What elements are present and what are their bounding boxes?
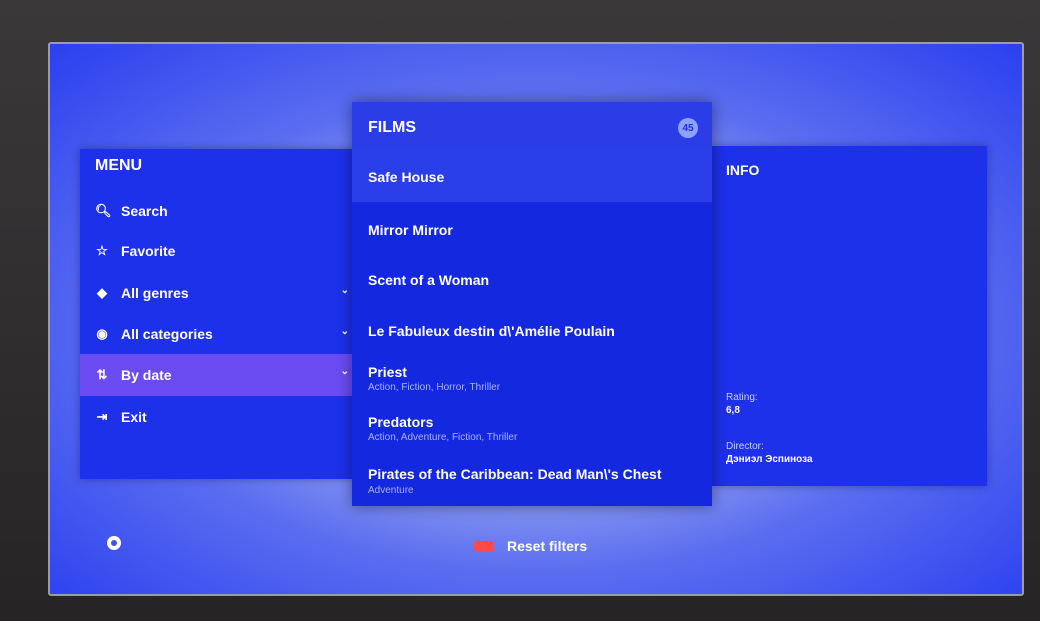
star-icon: ☆ bbox=[96, 243, 108, 258]
rating-value: 6,8 bbox=[726, 405, 740, 416]
film-title: Priest bbox=[368, 364, 407, 380]
director-value: Дэниэл Эспиноза bbox=[726, 454, 813, 465]
menu-item-favorite[interactable]: ☆ Favorite bbox=[80, 231, 358, 271]
menu-item-exit[interactable]: ⇥ Exit bbox=[80, 397, 358, 437]
film-item[interactable]: Safe House bbox=[352, 150, 712, 202]
film-title: Predators bbox=[368, 414, 434, 430]
film-title: Mirror Mirror bbox=[368, 222, 453, 238]
director-label: Director: bbox=[726, 441, 764, 452]
menu-panel: MENU 🔍︎ Search ☆ Favorite ◆ All genres ⌄… bbox=[80, 149, 358, 479]
exit-icon: ⇥ bbox=[96, 409, 108, 424]
film-genres: Action, Fiction, Horror, Thriller bbox=[368, 382, 501, 393]
menu-item-label: All genres bbox=[121, 285, 189, 301]
menu-item-label: Search bbox=[121, 203, 168, 219]
films-header: FILMS 45 bbox=[352, 102, 712, 150]
menu-item-label: Exit bbox=[121, 409, 147, 425]
film-title: Pirates of the Caribbean: Dead Man\'s Ch… bbox=[368, 466, 662, 482]
reset-filters-button[interactable]: Reset filters bbox=[474, 538, 587, 554]
tv-screen: MENU 🔍︎ Search ☆ Favorite ◆ All genres ⌄… bbox=[48, 42, 1024, 596]
chevron-down-icon: ⌄ bbox=[340, 326, 349, 337]
film-item[interactable]: Mirror Mirror bbox=[352, 202, 712, 252]
sort-icon: ⇅ bbox=[96, 367, 108, 382]
film-item[interactable]: Scent of a Woman bbox=[352, 252, 712, 302]
film-item[interactable]: Pirates of the Caribbean: Dead Man\'s Ch… bbox=[352, 452, 712, 506]
film-item[interactable]: Predators Action, Adventure, Fiction, Th… bbox=[352, 402, 712, 452]
reset-filters-label: Reset filters bbox=[507, 538, 588, 554]
categories-icon: ◉ bbox=[96, 326, 108, 341]
menu-title: MENU bbox=[95, 157, 143, 174]
chevron-down-icon: ⌄ bbox=[340, 285, 349, 296]
tag-icon: ◆ bbox=[97, 285, 107, 300]
menu-item-all-categories[interactable]: ◉ All categories ⌄ bbox=[80, 314, 358, 354]
info-panel: INFO Rating: 6,8 Director: Дэниэл Эспино… bbox=[712, 146, 987, 486]
settings-dot-icon[interactable] bbox=[107, 536, 121, 550]
film-title: Safe House bbox=[368, 169, 445, 185]
menu-item-search[interactable]: 🔍︎ Search bbox=[80, 191, 358, 231]
menu-item-label: All categories bbox=[121, 326, 213, 342]
search-icon: 🔍︎ bbox=[95, 203, 112, 218]
films-title: FILMS bbox=[368, 119, 416, 136]
menu-item-all-genres[interactable]: ◆ All genres ⌄ bbox=[80, 273, 358, 313]
films-panel: FILMS 45 Safe House Mirror Mirror Scent … bbox=[352, 102, 712, 506]
red-key-icon bbox=[474, 540, 494, 552]
film-item[interactable]: Le Fabuleux destin d\'Amélie Poulain bbox=[352, 302, 712, 352]
info-title: INFO bbox=[726, 162, 760, 178]
chevron-down-icon: ⌄ bbox=[340, 366, 349, 377]
film-item[interactable]: Priest Action, Fiction, Horror, Thriller bbox=[352, 352, 712, 402]
rating-label: Rating: bbox=[726, 392, 758, 403]
menu-item-label: By date bbox=[121, 367, 172, 383]
film-genres: Action, Adventure, Fiction, Thriller bbox=[368, 432, 518, 443]
menu-item-label: Favorite bbox=[121, 243, 176, 259]
film-title: Le Fabuleux destin d\'Amélie Poulain bbox=[368, 323, 615, 339]
films-count-badge: 45 bbox=[678, 118, 698, 138]
film-genres: Adventure bbox=[368, 485, 414, 496]
menu-item-by-date[interactable]: ⇅ By date ⌄ bbox=[80, 354, 358, 396]
film-title: Scent of a Woman bbox=[368, 272, 490, 288]
